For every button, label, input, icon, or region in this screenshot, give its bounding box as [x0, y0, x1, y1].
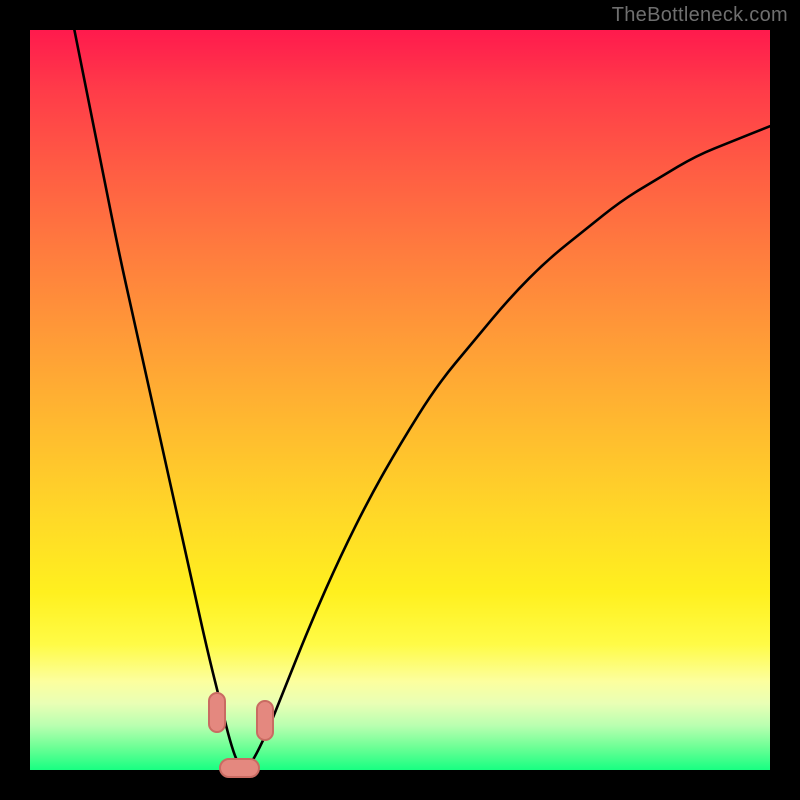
valley-marker — [219, 758, 260, 778]
left-slope-marker — [208, 692, 227, 733]
right-slope-marker — [256, 700, 275, 741]
chart-frame: TheBottleneck.com — [0, 0, 800, 800]
plot-area — [30, 30, 770, 770]
watermark-text: TheBottleneck.com — [612, 4, 788, 27]
bottleneck-curve — [30, 30, 770, 770]
